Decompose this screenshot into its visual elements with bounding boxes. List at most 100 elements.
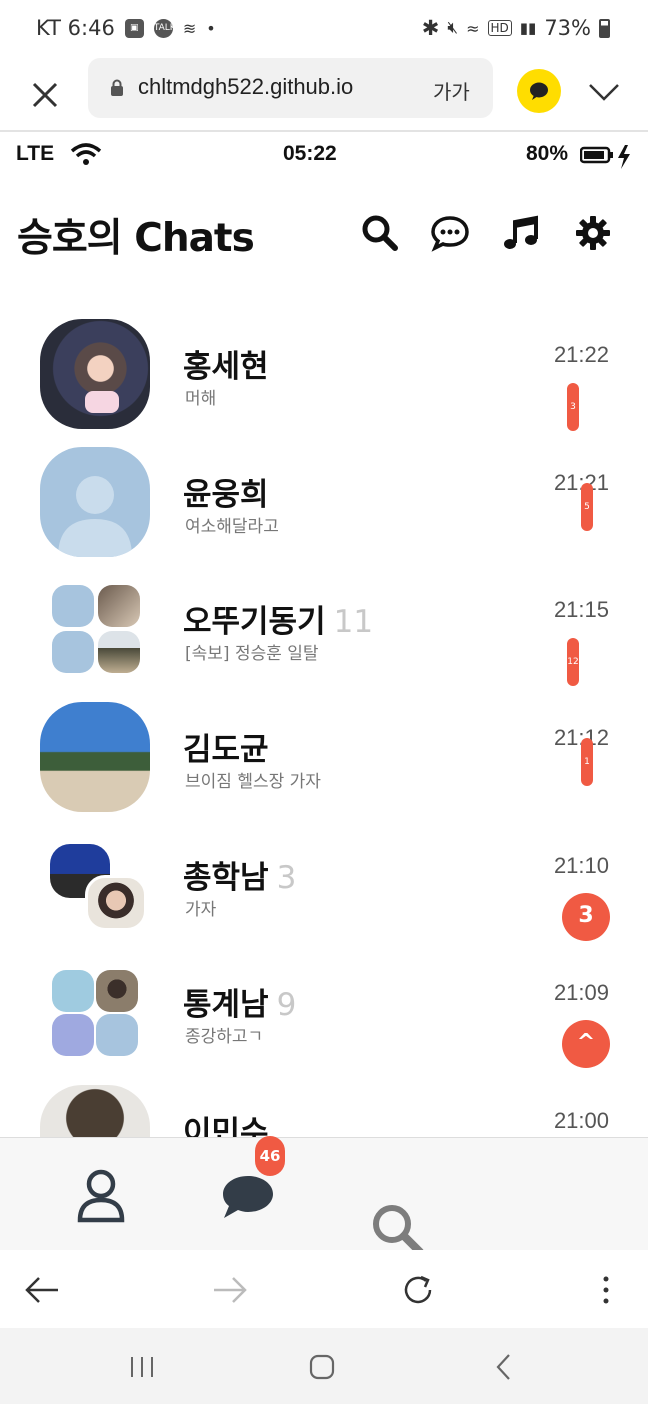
chat-time: 21:22 <box>553 342 609 367</box>
forward-arrow-icon[interactable] <box>212 1275 248 1305</box>
chat-message: 여소해달라고 <box>185 517 279 537</box>
browser-toolbar <box>0 1250 648 1328</box>
member-avatar <box>96 1014 138 1056</box>
chat-row[interactable]: 홍세현 머해 21:22 3 <box>0 319 648 447</box>
page-title: 승호의 Chats <box>17 216 255 261</box>
chat-name: 이민수 <box>183 1115 269 1137</box>
back-arrow-icon[interactable] <box>24 1275 60 1305</box>
music-icon[interactable] <box>501 213 541 253</box>
bottom-tab-bar: 46 <box>0 1136 648 1252</box>
unread-badge: 3 <box>567 383 579 431</box>
refresh-icon[interactable] <box>401 1273 435 1307</box>
chat-message: [속보] 정승훈 일탈 <box>185 644 319 664</box>
url-text[interactable]: chltmdgh522.github.io <box>138 74 353 100</box>
member-avatar <box>98 631 140 673</box>
member-avatar <box>96 970 138 1012</box>
unread-badge: 3 <box>562 893 610 941</box>
chat-time: 21:15 <box>553 597 609 622</box>
chat-name-text: 통계남 <box>183 987 269 1023</box>
search-tab-icon[interactable] <box>368 1202 424 1252</box>
system-status-bar: KT 6:46 ▣ TALK ≋ • ✱ 🔇︎ ≈ HD ▮▮ 73% <box>0 0 648 58</box>
chat-row[interactable]: 이민수 21:00 <box>0 1085 648 1137</box>
member-count: 3 <box>276 860 297 896</box>
address-field[interactable]: chltmdgh522.github.io 가가 <box>88 58 493 118</box>
chat-name: 홍세현 <box>183 349 269 385</box>
chats-unread-badge: 46 <box>255 1136 285 1176</box>
friends-tab-icon[interactable] <box>76 1168 126 1224</box>
wifi-icon <box>70 143 102 165</box>
mute-icon: 🔇︎ <box>447 18 459 38</box>
chat-name: 총학남 3 <box>183 852 296 897</box>
carrier-time: KT 6:46 <box>36 16 115 40</box>
talk-icon: TALK <box>153 18 176 38</box>
battery-charging-icon <box>580 145 630 169</box>
dot-icon: • <box>206 18 216 38</box>
avatar <box>40 447 150 557</box>
chat-row[interactable]: 총학남 3 가자 21:10 3 <box>0 830 648 958</box>
member-avatar <box>52 585 94 627</box>
system-back-icon[interactable] <box>493 1353 515 1381</box>
unread-badge: ^ <box>562 1020 610 1068</box>
chat-name-text: 총학남 <box>183 860 269 896</box>
lock-icon <box>111 79 123 96</box>
signal-icon: ▮▮ <box>519 19 537 37</box>
app-status-bar: LTE 05:22 80% <box>0 134 648 176</box>
chevron-down-icon[interactable] <box>586 74 622 110</box>
network-label: LTE <box>16 142 55 165</box>
more-menu-icon[interactable] <box>596 1274 616 1306</box>
chat-message: 종강하고ㄱ <box>185 1027 264 1047</box>
member-avatar <box>52 970 94 1012</box>
close-icon[interactable] <box>24 74 66 116</box>
member-count: 11 <box>333 604 374 640</box>
avatar <box>40 1085 150 1137</box>
chat-message: 브이짐 헬스장 가자 <box>185 772 321 792</box>
chat-time: 21:00 <box>553 1108 609 1133</box>
battery-icon <box>599 18 610 38</box>
cake-image <box>85 391 119 413</box>
default-profile-icon <box>58 476 132 557</box>
unread-badge: 5 <box>581 483 593 531</box>
chat-name-text: 오뚜기동기 <box>183 604 326 640</box>
avatar <box>40 702 150 812</box>
member-avatar <box>98 585 140 627</box>
gallery-icon: ▣ <box>124 18 144 38</box>
talk-bubble-icon <box>530 82 548 100</box>
wifi-icon: ≈ <box>466 18 480 38</box>
unread-badge: 1 <box>581 738 593 786</box>
chat-message: 가자 <box>185 900 217 920</box>
member-avatar <box>52 1014 94 1056</box>
chat-row[interactable]: 윤웅희 여소해달라고 21:21 5 <box>0 447 648 575</box>
chat-row[interactable]: 김도균 브이짐 헬스장 가자 21:12 1 <box>0 702 648 830</box>
chat-row[interactable]: 통계남 9 종강하고ㄱ 21:09 ^ <box>0 957 648 1085</box>
member-avatar <box>52 631 94 673</box>
hd-icon: HD <box>487 20 512 36</box>
chat-name: 통계남 9 <box>183 979 296 1024</box>
battery-percent: 73% <box>544 16 591 40</box>
chat-time: 21:10 <box>553 853 609 878</box>
member-avatar <box>85 875 147 931</box>
recent-apps-icon[interactable] <box>128 1355 156 1379</box>
chat-message: 머해 <box>185 389 217 409</box>
chat-name: 김도균 <box>183 732 269 768</box>
bluetooth-icon: ✱ <box>421 16 440 40</box>
app-battery-percent: 80% <box>526 142 569 165</box>
unread-badge: 12 <box>567 638 579 686</box>
chat-list: 홍세현 머해 21:22 3 윤웅희 여소해달라고 21:21 5 오뚜기동기 1… <box>0 300 648 1137</box>
chat-row[interactable]: 오뚜기동기 11 [속보] 정승훈 일탈 21:15 12 <box>0 574 648 702</box>
gear-icon[interactable] <box>573 213 613 253</box>
group-avatar <box>52 585 140 673</box>
chat-name: 윤웅희 <box>183 477 269 513</box>
member-count: 9 <box>276 987 297 1023</box>
chats-tab-icon[interactable] <box>220 1172 276 1220</box>
search-icon[interactable] <box>360 213 400 253</box>
chat-name: 오뚜기동기 11 <box>183 596 373 641</box>
chat-time: 21:09 <box>553 980 609 1005</box>
wind-icon: ≋ <box>182 18 197 38</box>
avatar <box>40 319 150 429</box>
system-nav-bar <box>0 1328 648 1404</box>
kakaotalk-button[interactable] <box>517 69 561 113</box>
text-size-button[interactable]: 가가 <box>433 76 470 105</box>
group-avatar <box>52 970 140 1058</box>
home-icon[interactable] <box>308 1353 336 1381</box>
chat-bubble-icon[interactable] <box>430 213 470 253</box>
